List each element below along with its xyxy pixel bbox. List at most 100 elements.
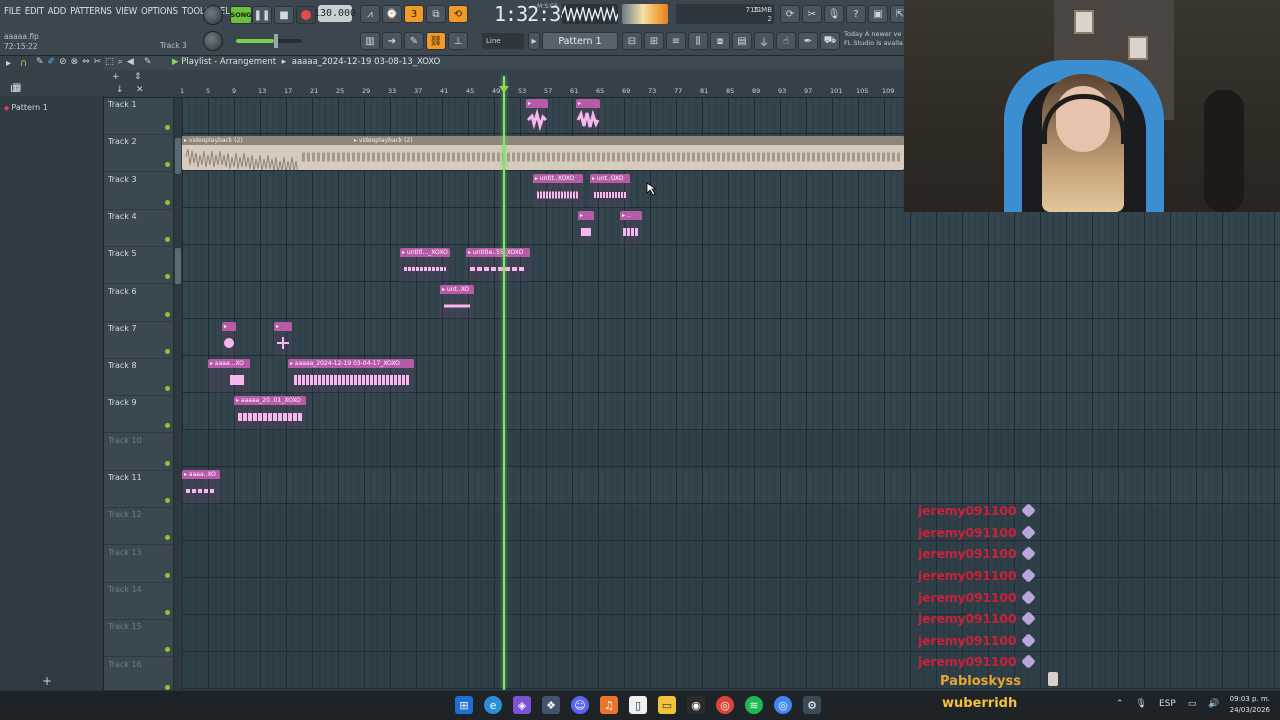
track-enable-led-icon[interactable] [165,535,170,541]
fl-studio-icon[interactable]: ♫ [600,696,618,714]
plugin-picker-icon[interactable]: ⧇ [710,32,730,50]
stop-button[interactable]: ■ [274,6,294,24]
track-header[interactable]: Track 16 [104,658,174,695]
master-pitch-knob[interactable] [203,5,223,25]
step-edit-icon[interactable]: ⧉ [426,5,446,23]
mute-tool-icon[interactable]: ⊗ [71,57,79,67]
track-header[interactable]: Track 11 [104,471,174,508]
discord-icon[interactable]: ☺ [571,696,589,714]
dropbox-icon[interactable]: ❖ [542,696,560,714]
play-icon[interactable]: ▶ [172,57,179,67]
track-enable-led-icon[interactable] [165,125,170,130]
start-icon[interactable]: ⊞ [455,696,473,714]
monitor-icon[interactable]: ▭ [1188,699,1197,709]
track-header[interactable]: Track 4 [104,210,174,247]
wait-input-icon[interactable]: ⌚ [382,5,402,23]
song-mode-toggle[interactable]: SONG [230,6,252,24]
edge-icon[interactable]: e [484,696,502,714]
add-pattern-button[interactable]: + [42,674,52,688]
snap-menu-icon[interactable]: Ш [10,84,21,95]
pattern-selector[interactable]: Pattern 1 [542,32,618,50]
track-enable-led-icon[interactable] [165,498,170,503]
track-header[interactable]: Track 7 [104,322,174,359]
scrollbar-thumb-bottom[interactable] [175,248,181,284]
settings-icon[interactable]: ⚙ [803,696,821,714]
language-indicator[interactable]: ESP [1159,699,1176,709]
track-header[interactable]: Track 14 [104,583,174,620]
link-icon[interactable]: ⛓ [426,32,446,50]
track-enable-led-icon[interactable] [165,311,170,317]
track-enable-led-icon[interactable] [165,274,170,280]
paint-tool-icon[interactable]: ✐ [48,57,56,67]
track-enable-led-icon[interactable] [165,572,170,578]
play-arrow-icon[interactable]: ▸ [6,58,11,69]
stamp-icon[interactable]: ⊥ [448,32,468,50]
menu-edit[interactable]: EDIT [25,6,44,17]
pattern-arrow-icon[interactable]: ▸ [528,32,540,50]
audio-clip[interactable]: ▸ untitle..55_XOXO [466,248,530,282]
audio-clip[interactable]: ▸ untitl..._XOXO [400,248,450,282]
channel-rack-icon[interactable]: ⊟ [622,32,642,50]
zoom-plus-icon[interactable]: + [112,72,120,82]
news-panel[interactable]: Today A newer ve FL Studio is availa [844,30,903,48]
close-icon[interactable]: ✕ [136,85,144,95]
clock[interactable]: 09:03 p. m. 24/03/2026 [1230,694,1270,716]
track-header[interactable]: Track 9 [104,396,174,434]
menu-view[interactable]: VIEW [116,6,138,17]
track-arrow-icon[interactable]: ↓ [116,85,124,95]
arrow-right-icon[interactable]: ➔ [382,32,402,50]
zoom-tool-icon[interactable]: ⌕ [118,57,123,67]
menu-file[interactable]: FILE [4,6,21,17]
track-enable-led-icon[interactable] [165,386,170,392]
track-enable-led-icon[interactable] [165,647,170,653]
audio-clip[interactable]: ▸ unt..XO [440,285,474,319]
feather-icon[interactable]: ✒ [798,32,818,50]
track-header[interactable]: Track 2 [104,135,174,173]
chrome-profile-icon[interactable]: ◎ [774,696,792,714]
obs-icon[interactable]: ◉ [687,696,705,714]
snap-selector[interactable]: Line [482,33,524,49]
slice-tool-icon[interactable]: ✂ [94,57,102,67]
video-audio-clip[interactable]: ▸ videoplayback (2) ▸ videoplayback (2) [182,136,904,170]
folder-icon[interactable]: ▭ [658,696,676,714]
delete-tool-icon[interactable]: ⊘ [59,57,67,67]
tempo-display[interactable]: 130.000 [314,5,356,22]
pencil-tool-icon[interactable]: ✎ [144,57,152,67]
track-enable-led-icon[interactable] [165,684,170,690]
track-header[interactable]: Track 6 [104,285,174,322]
scrollbar-thumb-top[interactable] [175,138,181,174]
refresh-icon[interactable]: ⟳ [780,5,800,23]
audio-clip[interactable]: ▸ aaaaa_2024-12-19 03-04-17_XOXO [288,359,414,393]
track-enable-led-icon[interactable] [165,236,170,242]
magnet-icon[interactable]: ∩ [20,58,27,69]
track-header[interactable]: Track 8 [104,359,174,397]
audio-clip[interactable]: ▸ [526,99,548,133]
microphone-tray-icon[interactable]: 🎙 [1136,699,1147,709]
track-header[interactable]: Track 15 [104,620,174,658]
track-enable-led-icon[interactable] [165,199,170,205]
track-header[interactable]: Track 13 [104,546,174,583]
playlist-icon[interactable]: ⊞ [644,32,664,50]
menu-options[interactable]: OPTIONS [141,6,178,17]
pencil-icon[interactable]: ✎ [404,32,424,50]
copilot-icon[interactable]: ◈ [513,696,531,714]
audio-clip[interactable]: ▸ unt..OXO [590,174,630,208]
faders-icon[interactable]: ⫼ [688,32,708,50]
select-tool-icon[interactable]: ⬚ [105,57,114,67]
metronome-icon[interactable]: ⩘ [360,5,380,23]
audio-clip[interactable]: ▸ aaaaa_20..01_XOXO [234,396,306,430]
browser-icon[interactable]: ▤ [732,32,752,50]
draw-tool-icon[interactable]: ✎ [36,57,44,67]
piano-roll-icon[interactable]: ▥ [360,32,380,50]
track-enable-led-icon[interactable] [165,162,170,168]
pause-button[interactable]: ❚❚ [252,6,272,24]
volume-icon[interactable]: 🔊 [1208,699,1219,709]
track-enable-led-icon[interactable] [165,609,170,615]
playhead-marker-icon[interactable] [499,86,509,93]
master-volume-knob[interactable] [203,31,223,51]
playhead-line[interactable] [503,76,505,690]
countdown-icon[interactable]: 3 [404,5,424,23]
track-header[interactable]: Track 10 [104,434,174,471]
vertical-scrollbar[interactable] [174,98,182,690]
playback-tool-icon[interactable]: ◀ [127,57,134,67]
